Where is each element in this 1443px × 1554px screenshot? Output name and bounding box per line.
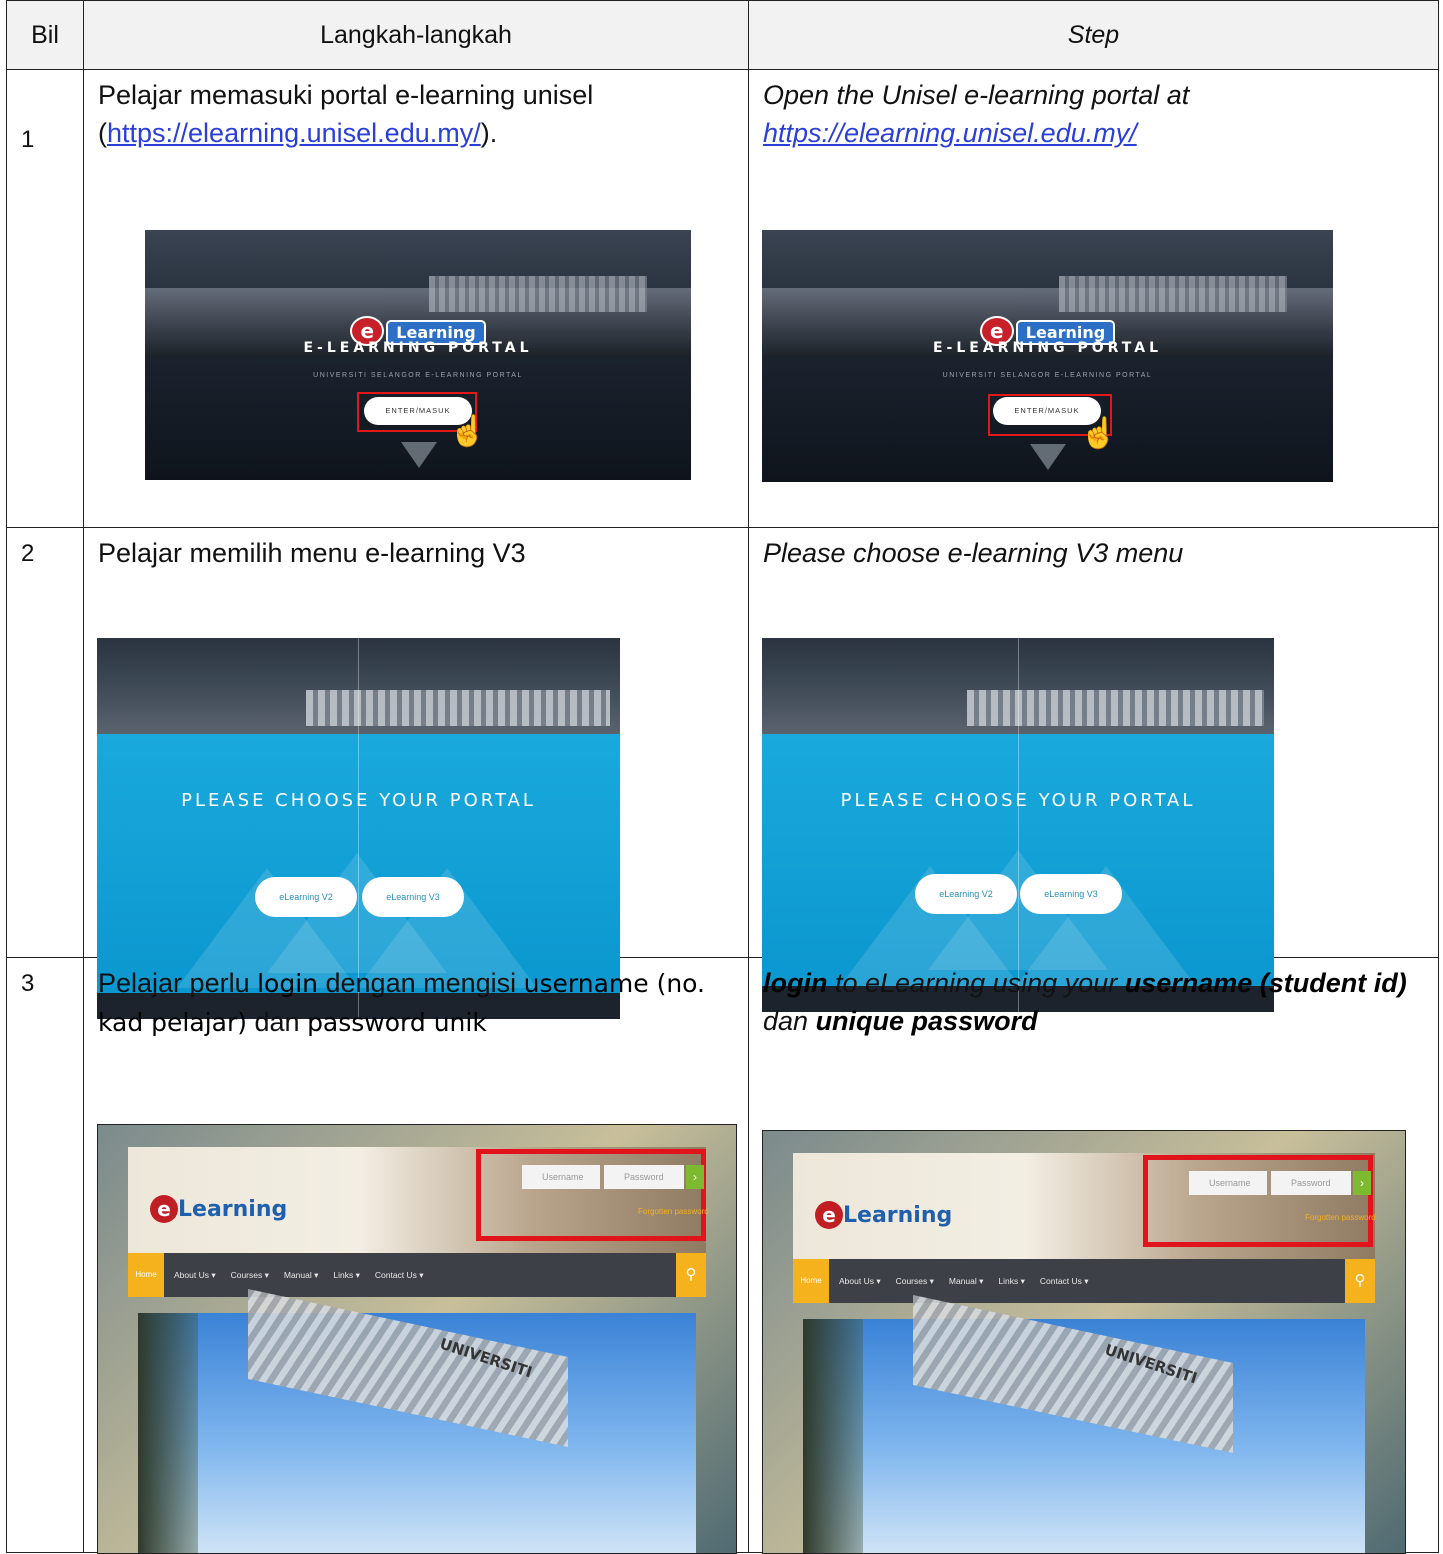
nav-home[interactable]: Home (128, 1253, 164, 1297)
text-part: ). (480, 118, 498, 148)
step-text-en: login to eLearning using your username (… (749, 958, 1438, 1040)
nav-items: About Us ▾ Courses ▾ Manual ▾ Links ▾ Contac… (839, 1259, 1104, 1303)
portal-title: E-LEARNING PORTAL (303, 340, 533, 356)
elearning-v3-button[interactable]: eLearning V3 (362, 877, 464, 917)
step-text-ms: Pelajar memilih menu e-learning V3 (98, 538, 526, 568)
login-go-button[interactable]: › (1353, 1171, 1371, 1195)
portal-title: E-LEARNING PORTAL (932, 340, 1162, 356)
arrow-down-icon (1030, 444, 1066, 470)
nav-item[interactable]: Links ▾ (333, 1270, 359, 1280)
keyword-password: password unik (307, 1008, 487, 1037)
hero-image: UNIVERSITI (138, 1288, 696, 1553)
table-row: 1 Pelajar memasuki portal e-learning uni… (6, 69, 1439, 528)
text-part: Open the Unisel e-learning portal at (763, 80, 1190, 110)
text-part: dengan mengisi (318, 968, 524, 998)
keyword-login: login (763, 968, 828, 998)
document-page: Bil Langkah-langkah Step 1 Pelajar memas… (0, 0, 1443, 1554)
row-number: 1 (21, 126, 35, 153)
table-row: 3 Pelajar perlu login dengan mengisi use… (6, 957, 1439, 1554)
keyword-login: login (257, 969, 318, 998)
row-number: 2 (21, 540, 35, 567)
logo-e: e (815, 1201, 843, 1229)
login-screenshot: e Learning Username Password › Forgotten … (762, 1130, 1406, 1554)
portal-link[interactable]: https://elearning.unisel.edu.my/ (107, 118, 481, 148)
steps-table: Bil Langkah-langkah Step 1 Pelajar memas… (6, 0, 1439, 1554)
nav-item[interactable]: Contact Us ▾ (375, 1270, 424, 1280)
login-screenshot: e Learning Username Password › Forgotten … (97, 1124, 737, 1554)
text-part: Pelajar perlu (98, 968, 258, 998)
elearning-v2-button[interactable]: eLearning V2 (915, 874, 1017, 914)
nav-item[interactable]: Contact Us ▾ (1040, 1276, 1089, 1286)
logo-word: Learning (178, 1197, 288, 1222)
nav-item[interactable]: About Us ▾ (174, 1270, 216, 1280)
tree-image (803, 1319, 863, 1553)
elearning-logo: e Learning (150, 1195, 287, 1223)
elearning-v3-button[interactable]: eLearning V3 (1020, 874, 1122, 914)
step-text-ms: Pelajar memasuki portal e-learning unise… (84, 70, 748, 152)
username-field[interactable]: Username (522, 1165, 600, 1189)
nav-item[interactable]: Courses ▾ (231, 1270, 269, 1280)
nav-bar: Home About Us ▾ Courses ▾ Manual ▾ Links ▾ C… (793, 1259, 1375, 1303)
header-bil: Bil (6, 0, 84, 70)
step-text-en: Open the Unisel e-learning portal at http… (749, 70, 1438, 152)
arrow-down-icon (401, 442, 437, 468)
tree-image (138, 1313, 198, 1553)
nav-bar: Home About Us ▾ Courses ▾ Manual ▾ Links ▾ C… (128, 1253, 706, 1297)
table-header-row: Bil Langkah-langkah Step (6, 0, 1439, 70)
forgot-password-link[interactable]: Forgotten password (638, 1207, 709, 1216)
step-text-en: Please choose e-learning V3 menu (763, 538, 1184, 568)
highlight-box (476, 1149, 706, 1241)
portal-subtitle: UNIVERSITI SELANGOR E-LEARNING PORTAL (942, 372, 1153, 379)
keyword-username: username (student id) (1124, 968, 1407, 998)
search-icon[interactable]: ⚲ (676, 1253, 706, 1297)
text-part: to eLearning using your (827, 968, 1125, 998)
nav-items: About Us ▾ Courses ▾ Manual ▾ Links ▾ Contac… (174, 1253, 439, 1297)
step-text-ms: Pelajar perlu login dengan mengisi usern… (84, 958, 748, 1042)
nav-home[interactable]: Home (793, 1259, 829, 1303)
choose-heading: PLEASE CHOOSE YOUR PORTAL (181, 790, 536, 811)
table-row: 2 Pelajar memilih menu e-learning V3 PLE… (6, 527, 1439, 1019)
header-step: Step (748, 0, 1439, 70)
nav-item[interactable]: Links ▾ (998, 1276, 1024, 1286)
password-field[interactable]: Password (1271, 1171, 1351, 1195)
username-field[interactable]: Username (1189, 1171, 1267, 1195)
portal-screenshot: e Learning E-LEARNING PORTAL UNIVERSITI S… (762, 230, 1333, 482)
highlight-box (1143, 1155, 1373, 1247)
portal-link[interactable]: https://elearning.unisel.edu.my/ (763, 118, 1137, 148)
forgot-password-link[interactable]: Forgotten password (1305, 1213, 1376, 1222)
search-icon[interactable]: ⚲ (1345, 1259, 1375, 1303)
divider (1018, 638, 1019, 1012)
login-go-button[interactable]: › (686, 1165, 704, 1189)
hand-cursor-icon: ☝ (1080, 417, 1118, 450)
nav-item[interactable]: Manual ▾ (284, 1270, 319, 1280)
keyword-password: unique password (815, 1006, 1038, 1036)
nav-item[interactable]: About Us ▾ (839, 1276, 881, 1286)
logo-word: Learning (843, 1203, 953, 1228)
elearning-logo: e Learning (815, 1201, 952, 1229)
portal-screenshot: e Learning E-LEARNING PORTAL UNIVERSITI S… (145, 230, 691, 480)
choose-heading: PLEASE CHOOSE YOUR PORTAL (840, 790, 1196, 811)
header-langkah: Langkah-langkah (83, 0, 749, 70)
logo-e: e (150, 1195, 178, 1223)
choose-portal-screenshot: PLEASE CHOOSE YOUR PORTAL eLearning V2 e… (762, 638, 1274, 1012)
row-number: 3 (21, 970, 35, 997)
nav-item[interactable]: Manual ▾ (949, 1276, 984, 1286)
password-field[interactable]: Password (604, 1165, 684, 1189)
text-part: dan (247, 1007, 308, 1037)
nav-item[interactable]: Courses ▾ (896, 1276, 934, 1286)
hero-image: UNIVERSITI (803, 1294, 1365, 1553)
text-part: dan (763, 1006, 816, 1036)
hand-cursor-icon: ☝ (449, 415, 487, 448)
elearning-v2-button[interactable]: eLearning V2 (255, 877, 357, 917)
portal-subtitle: UNIVERSITI SELANGOR E-LEARNING PORTAL (313, 372, 523, 379)
